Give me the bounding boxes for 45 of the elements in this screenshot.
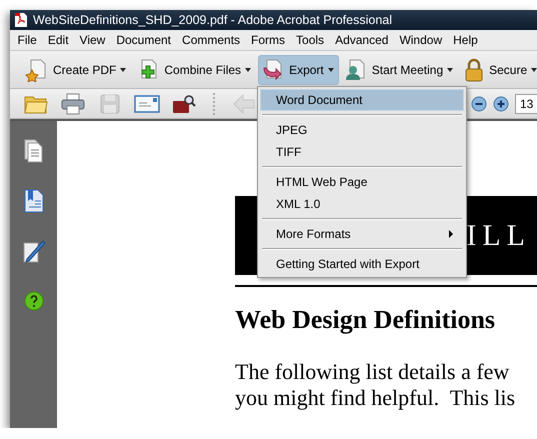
menu-option[interactable]: XML 1.0 <box>260 193 464 215</box>
banner-text: ILL <box>466 218 531 252</box>
zoom-in-icon[interactable] <box>493 96 509 112</box>
toolbar-button[interactable]: Export <box>258 54 339 84</box>
zoom-field[interactable]: 13 <box>515 94 537 114</box>
caret-icon <box>245 68 252 72</box>
menu-item[interactable]: File <box>12 33 42 47</box>
folder-icon[interactable] <box>24 94 48 114</box>
pages-icon[interactable] <box>24 139 44 163</box>
toolbar-button[interactable]: Secure <box>460 54 537 84</box>
menu-item[interactable]: Document <box>110 33 177 47</box>
pen-document-icon[interactable] <box>22 239 46 263</box>
menu-item[interactable]: Tools <box>290 33 330 47</box>
menu-item[interactable]: View <box>74 33 111 47</box>
toolbar-button[interactable]: Create PDF <box>22 54 132 84</box>
caret-icon <box>120 68 126 72</box>
menu-option[interactable]: TIFF <box>260 141 464 163</box>
menu-option[interactable]: Word Document <box>260 89 464 111</box>
menu-item[interactable]: Window <box>394 33 448 47</box>
caret-icon <box>531 68 537 72</box>
toolbar-button[interactable]: Start Meeting <box>340 54 458 84</box>
folder-magnifier-icon[interactable] <box>172 94 196 114</box>
document-heading: Web Design Definitions <box>235 305 496 335</box>
submenu-arrow-icon <box>449 230 453 238</box>
toolbar-button[interactable]: Combine Files <box>133 54 256 84</box>
menu-option[interactable]: JPEG <box>260 119 464 141</box>
caret-icon <box>328 68 334 72</box>
help-icon[interactable] <box>24 291 44 311</box>
menu-option[interactable]: Getting Started with Export <box>260 253 464 275</box>
menu-item[interactable]: Help <box>448 33 484 47</box>
zoom-out-icon[interactable] <box>471 96 487 112</box>
paragraph: The following list details a few you might find helpful. This lis <box>235 359 516 411</box>
menu-item[interactable]: Forms <box>246 33 291 47</box>
padlock-icon <box>463 58 486 82</box>
menu-option[interactable]: More Formats <box>260 223 464 245</box>
menu-item[interactable]: Edit <box>42 33 74 47</box>
menu-item[interactable]: Comments <box>176 33 246 47</box>
printer-icon[interactable] <box>61 92 85 114</box>
pdf-file-icon <box>14 12 28 28</box>
caret-icon <box>447 68 454 72</box>
bookmark-document-icon[interactable] <box>24 189 44 213</box>
window-title: WebSiteDefinitions_SHD_2009.pdf - Adobe Acrobat Professional <box>33 13 392 27</box>
menu-item[interactable]: Advanced <box>330 33 394 47</box>
menu-option[interactable]: HTML Web Page <box>260 171 464 193</box>
envelope-icon[interactable] <box>134 94 160 112</box>
